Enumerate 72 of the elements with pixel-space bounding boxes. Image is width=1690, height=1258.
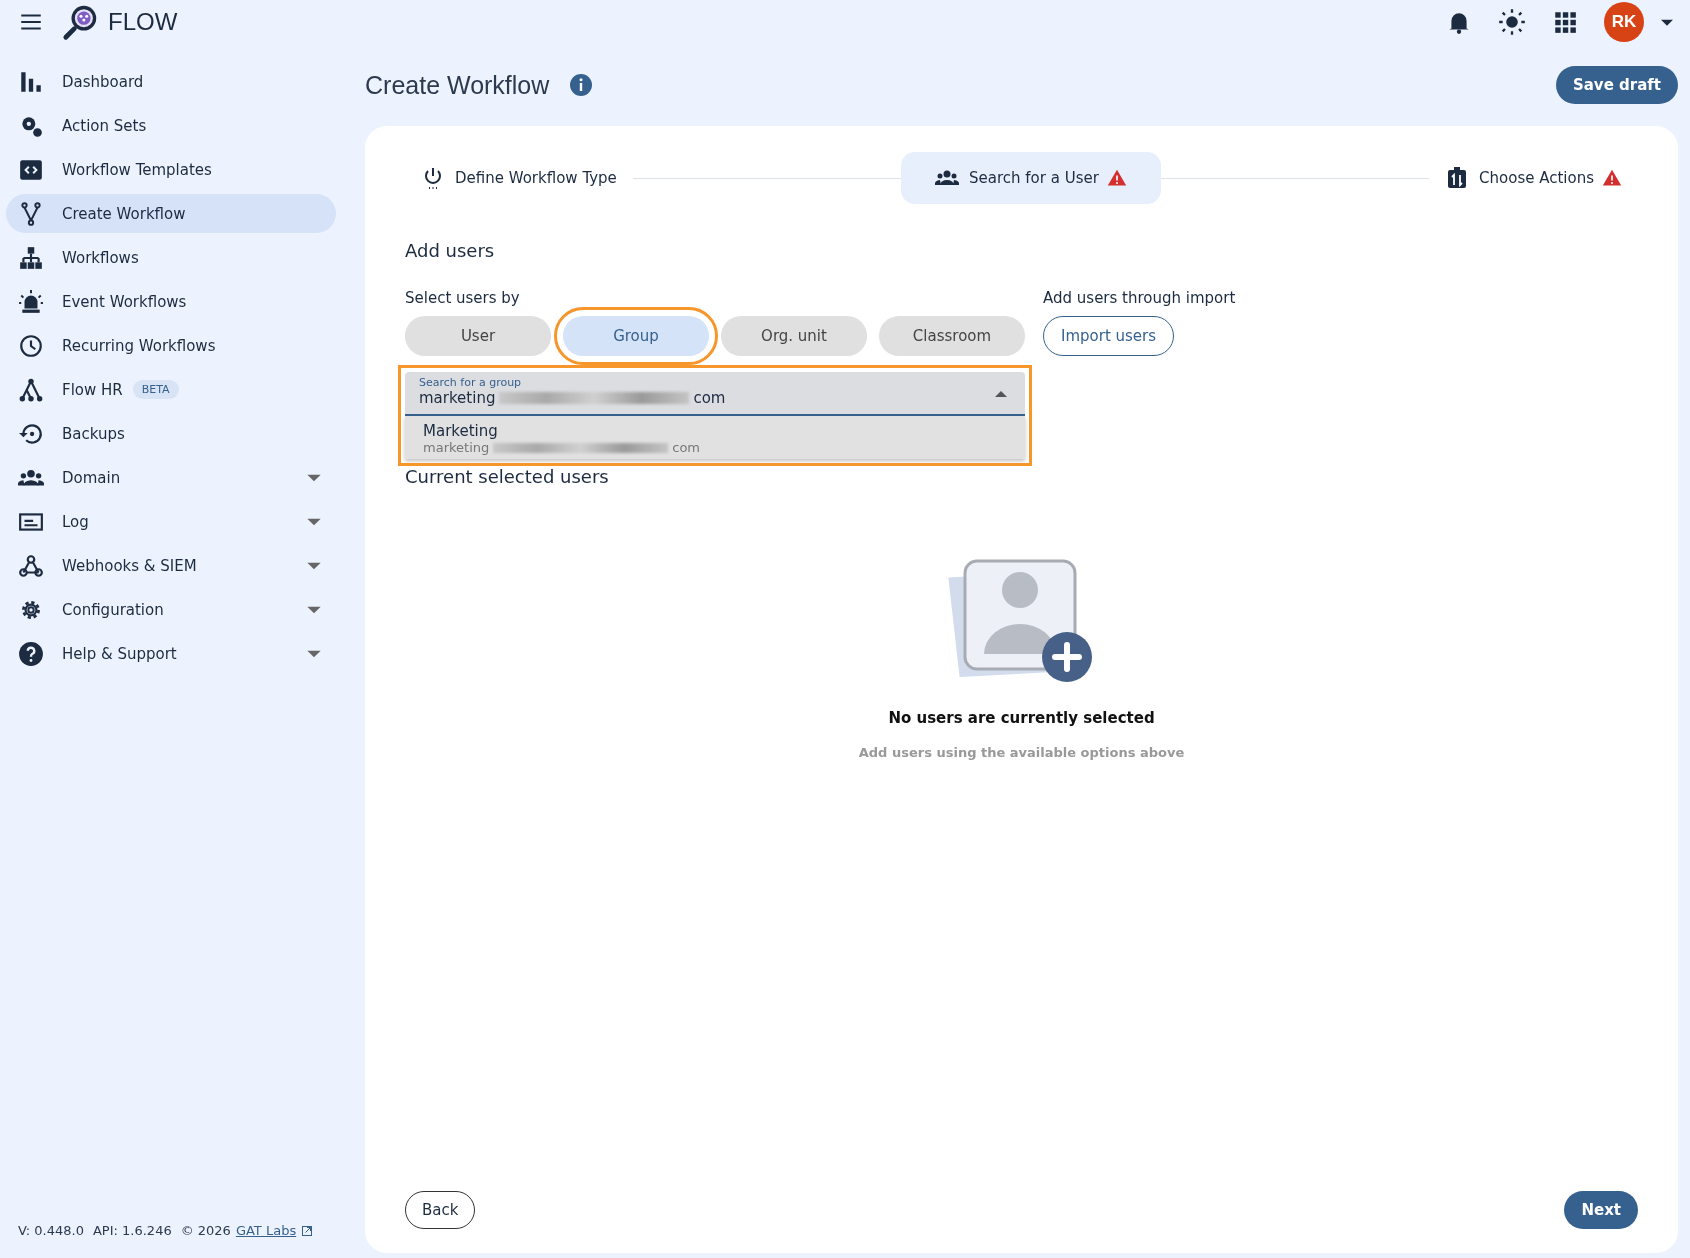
sidebar-item-label: Backups	[62, 424, 125, 443]
sidebar-item-label: Action Sets	[62, 116, 147, 135]
apps-icon[interactable]	[1552, 9, 1578, 35]
result-name[interactable]: Marketing	[423, 422, 1007, 440]
stepper-step[interactable]: Search for a User	[901, 152, 1161, 204]
sidebar-item[interactable]: Configuration	[6, 590, 336, 629]
user-avatar[interactable]: RK	[1604, 2, 1644, 42]
sidebar-item[interactable]: Log	[6, 502, 336, 541]
version-text: V: 0.448.0	[18, 1223, 84, 1238]
copyright-text: © 2026	[180, 1223, 231, 1238]
sidebar-item-label: Log	[62, 512, 89, 531]
caret-icon[interactable]	[995, 390, 1007, 398]
result-email: com	[672, 440, 700, 455]
sidebar-item[interactable]: Create Workflow	[6, 194, 336, 233]
sidebar-item-label: Webhooks & SIEM	[62, 556, 197, 575]
info-icon[interactable]	[569, 73, 594, 97]
sidebar-item-label: Dashboard	[62, 72, 144, 91]
sidebar-item[interactable]: Webhooks & SIEM	[6, 546, 336, 585]
select-label: Select users by	[405, 289, 521, 307]
sidebar-item[interactable]: Flow HR BETA	[6, 370, 336, 409]
sidebar-item-label: Recurring Workflows	[62, 336, 216, 355]
webhook-icon	[18, 552, 44, 579]
select-option-button[interactable]: Org. unit	[721, 316, 867, 356]
select-option-button[interactable]: User	[405, 316, 551, 356]
sidebar-item[interactable]: Recurring Workflows	[6, 326, 336, 365]
empty-state-hint: Add users using the available options above	[858, 745, 1185, 760]
import-label: Add users through import	[1043, 289, 1236, 307]
step-label: Search for a User	[969, 169, 1099, 187]
app-name: FLOW	[108, 8, 178, 36]
group-search-field[interactable]: Search for a group marketing com	[405, 372, 1025, 416]
sidebar-item[interactable]: Workflows	[6, 238, 336, 277]
fork-icon	[18, 200, 44, 227]
sidebar-item-label: Workflow Templates	[62, 160, 212, 179]
stepper-step[interactable]: Choose Actions	[1429, 152, 1638, 204]
sidebar-item[interactable]: Action Sets	[6, 106, 336, 145]
sidebar-item-label: Workflows	[62, 248, 139, 267]
sidebar-item[interactable]: Domain	[6, 458, 336, 497]
sidebar-item[interactable]: Dashboard	[6, 62, 336, 101]
sidebar-item[interactable]: Backups	[6, 414, 336, 453]
step-label: Define Workflow Type	[455, 169, 617, 187]
section-heading: Add users	[405, 240, 496, 261]
sidebar-item-label: Event Workflows	[62, 292, 187, 311]
hierarchy-icon	[18, 244, 44, 271]
sidebar-item[interactable]: Help & Support	[6, 634, 336, 673]
result-email: marketing	[423, 440, 490, 455]
sidebar-item-label: Create Workflow	[62, 204, 186, 223]
api-version-text: API: 1.6.246	[92, 1223, 172, 1238]
save-draft-button[interactable]: Save draft	[1555, 66, 1678, 104]
page-title: Create Workflow	[365, 70, 550, 100]
company-link[interactable]: GAT Labs	[235, 1223, 297, 1238]
sidebar-item-label: Flow HR	[62, 380, 123, 399]
step-label: Choose Actions	[1479, 169, 1594, 187]
sidebar-item-label: Configuration	[62, 600, 164, 619]
section-heading: Current selected users	[405, 466, 610, 487]
stepper-step[interactable]: Define Workflow Type	[405, 152, 633, 204]
external-link-icon[interactable]	[301, 1224, 314, 1237]
sidebar-item[interactable]: Event Workflows	[6, 282, 336, 321]
sidebar-item-label: Help & Support	[62, 644, 177, 663]
sidebar-item-label: Domain	[62, 468, 121, 487]
back-button[interactable]: Back	[405, 1191, 476, 1229]
beta-badge: BETA	[132, 380, 179, 399]
sun-icon[interactable]	[1498, 8, 1526, 36]
empty-state-title: No users are currently selected	[888, 709, 1155, 727]
select-option-button[interactable]: Classroom	[879, 316, 1025, 356]
sidebar-item[interactable]: Workflow Templates	[6, 150, 336, 189]
group-search-dropdown[interactable]: Search for a group marketing com Marketing marketing com	[405, 372, 1025, 459]
network-icon	[18, 376, 44, 403]
clock-icon	[18, 332, 44, 359]
help-icon	[18, 640, 44, 667]
next-button[interactable]: Next	[1564, 1191, 1638, 1229]
siren-icon	[18, 288, 44, 315]
import-users-button[interactable]: Import users	[1043, 316, 1175, 356]
